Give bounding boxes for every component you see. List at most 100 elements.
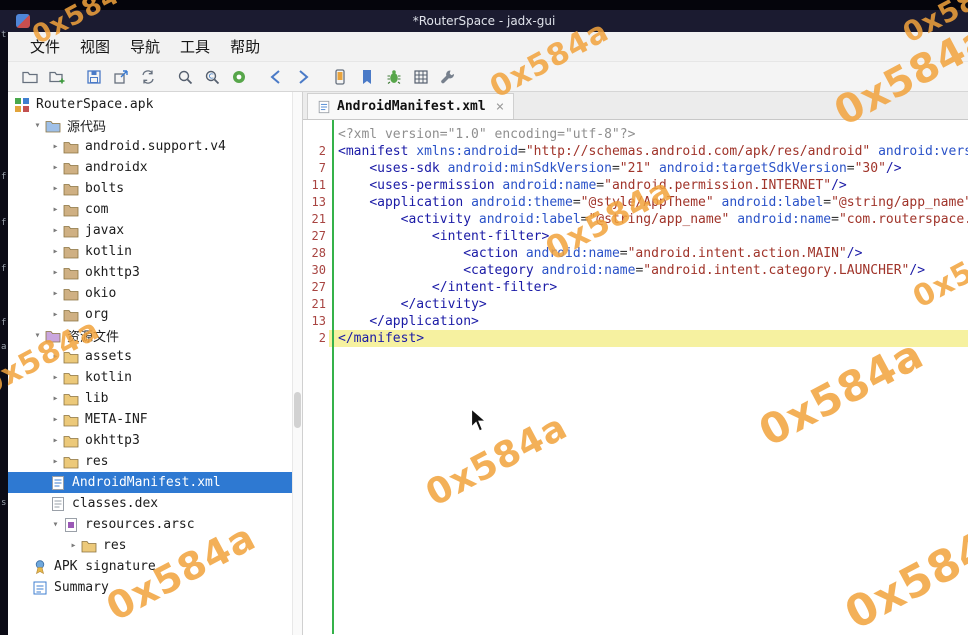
code-line-10[interactable]: 21 </activity> — [303, 296, 968, 313]
tree-item-routerspace.apk[interactable]: RouterSpace.apk — [8, 94, 292, 115]
tree-item-org[interactable]: ▸ org — [8, 304, 292, 325]
preferences-icon[interactable] — [436, 65, 460, 89]
code-line-5[interactable]: 21 <activity android:label="@string/app_… — [303, 211, 968, 228]
tree-item-lib[interactable]: ▸ lib — [8, 388, 292, 409]
forward-icon[interactable] — [291, 65, 315, 89]
class-search-icon[interactable]: C — [200, 65, 224, 89]
tree-item-okhttp3[interactable]: ▸ okhttp3 — [8, 262, 292, 283]
package-icon — [63, 139, 79, 155]
debug-icon[interactable] — [382, 65, 406, 89]
folder-icon — [81, 538, 97, 554]
tree-item-label: lib — [85, 391, 109, 406]
back-icon[interactable] — [264, 65, 288, 89]
tree-item-com[interactable]: ▸ com — [8, 199, 292, 220]
tree-item-javax[interactable]: ▸ javax — [8, 220, 292, 241]
chevron-collapsed-icon[interactable]: ▸ — [48, 351, 63, 362]
chevron-collapsed-icon[interactable]: ▸ — [48, 393, 63, 404]
open-project-icon[interactable] — [45, 65, 69, 89]
chevron-collapsed-icon[interactable]: ▸ — [48, 267, 63, 278]
tree-item-apk-signature[interactable]: APK signature — [8, 556, 292, 577]
tree-item--[interactable]: ▾ 资源文件 — [8, 325, 292, 346]
package-icon — [63, 286, 79, 302]
titlebar[interactable]: *RouterSpace - jadx-gui — [0, 10, 968, 32]
code-line-0[interactable]: <?xml version="1.0" encoding="utf-8"?> — [303, 126, 968, 143]
menu-item-1[interactable]: 视图 — [70, 33, 120, 60]
code-line-1[interactable]: 2 <manifest xmlns:android="http://schemas… — [303, 143, 968, 160]
menu-item-0[interactable]: 文件 — [20, 33, 70, 60]
chevron-collapsed-icon[interactable]: ▸ — [48, 309, 63, 320]
tree-item-summary[interactable]: Summary — [8, 577, 292, 598]
line-number: 27 — [311, 229, 326, 243]
line-number: 11 — [311, 178, 326, 192]
tree-item-okhttp3[interactable]: ▸ okhttp3 — [8, 430, 292, 451]
package-icon — [63, 244, 79, 260]
menu-item-2[interactable]: 导航 — [120, 33, 170, 60]
chevron-collapsed-icon[interactable]: ▸ — [48, 435, 63, 446]
chevron-collapsed-icon[interactable]: ▸ — [48, 225, 63, 236]
bookmark-icon[interactable] — [355, 65, 379, 89]
tree-item-classes.dex[interactable]: classes.dex — [8, 493, 292, 514]
code-line-12[interactable]: 2 </manifest> — [303, 330, 968, 347]
chevron-collapsed-icon[interactable]: ▸ — [48, 183, 63, 194]
tree-item-bolts[interactable]: ▸ bolts — [8, 178, 292, 199]
package-icon — [63, 223, 79, 239]
chevron-expanded-icon[interactable]: ▾ — [48, 519, 63, 530]
device-icon[interactable] — [328, 65, 352, 89]
tree-item-okio[interactable]: ▸ okio — [8, 283, 292, 304]
code-line-8[interactable]: 30 <category android:name="android.inten… — [303, 262, 968, 279]
code-line-11[interactable]: 13 </application> — [303, 313, 968, 330]
tree-item-androidmanifest.xml[interactable]: AndroidManifest.xml — [8, 472, 292, 493]
tree-item-assets[interactable]: ▸ assets — [8, 346, 292, 367]
chevron-collapsed-icon[interactable]: ▸ — [48, 288, 63, 299]
code-text: <intent-filter> — [431, 229, 550, 244]
tree-item--[interactable]: ▾ 源代码 — [8, 115, 292, 136]
open-folder-icon[interactable] — [18, 65, 42, 89]
chevron-expanded-icon[interactable]: ▾ — [30, 330, 45, 341]
code-line-9[interactable]: 27 </intent-filter> — [303, 279, 968, 296]
chevron-collapsed-icon[interactable]: ▸ — [48, 456, 63, 467]
tree-item-android.support.v4[interactable]: ▸ android.support.v4 — [8, 136, 292, 157]
symbol-search-icon[interactable] — [227, 65, 251, 89]
tab-androidmanifest[interactable]: AndroidManifest.xml × — [307, 93, 515, 119]
chevron-collapsed-icon[interactable]: ▸ — [66, 540, 81, 551]
menu-item-4[interactable]: 帮助 — [220, 33, 270, 60]
chevron-collapsed-icon[interactable]: ▸ — [48, 414, 63, 425]
tree-item-androidx[interactable]: ▸ androidx — [8, 157, 292, 178]
edge-letter: a — [1, 342, 7, 352]
text-search-icon[interactable] — [173, 65, 197, 89]
code-line-2[interactable]: 7 <uses-sdk android:minSdkVersion="21" a… — [303, 160, 968, 177]
code-line-6[interactable]: 27 <intent-filter> — [303, 228, 968, 245]
code-line-3[interactable]: 11 <uses-permission android:name="androi… — [303, 177, 968, 194]
tree-item-kotlin[interactable]: ▸ kotlin — [8, 241, 292, 262]
folder-icon — [63, 433, 79, 449]
package-icon — [63, 181, 79, 197]
tree-item-label: AndroidManifest.xml — [72, 475, 221, 490]
menubar: 文件 视图 导航 工具 帮助 — [8, 32, 968, 62]
export-icon[interactable] — [109, 65, 133, 89]
tree-item-label: classes.dex — [72, 496, 159, 511]
tab-close-icon[interactable]: × — [496, 99, 504, 115]
tree-scrollbar-thumb[interactable] — [294, 392, 301, 428]
tree-item-res[interactable]: ▸ res — [8, 535, 292, 556]
tree-scrollbar[interactable] — [292, 92, 302, 635]
chevron-expanded-icon[interactable]: ▾ — [30, 120, 45, 131]
chevron-collapsed-icon[interactable]: ▸ — [48, 162, 63, 173]
save-all-icon[interactable] — [82, 65, 106, 89]
tree-item-label: 源代码 — [67, 120, 107, 135]
chevron-collapsed-icon[interactable]: ▸ — [48, 372, 63, 383]
code-text: <manifest xmlns:android="http://schemas.… — [338, 144, 968, 159]
grid-icon[interactable] — [409, 65, 433, 89]
tree-item-label: resources.arsc — [85, 517, 195, 532]
code-editor[interactable]: <?xml version="1.0" encoding="utf-8"?> 2 <… — [303, 120, 968, 634]
menu-item-3[interactable]: 工具 — [170, 33, 220, 60]
chevron-collapsed-icon[interactable]: ▸ — [48, 141, 63, 152]
chevron-collapsed-icon[interactable]: ▸ — [48, 246, 63, 257]
tree-item-meta-inf[interactable]: ▸ META-INF — [8, 409, 292, 430]
tree-item-res[interactable]: ▸ res — [8, 451, 292, 472]
code-line-7[interactable]: 28 <action android:name="android.intent.… — [303, 245, 968, 262]
code-line-4[interactable]: 13 <application android:theme="@style/Ap… — [303, 194, 968, 211]
tree-item-resources.arsc[interactable]: ▾ resources.arsc — [8, 514, 292, 535]
sync-icon[interactable] — [136, 65, 160, 89]
tree-item-kotlin[interactable]: ▸ kotlin — [8, 367, 292, 388]
chevron-collapsed-icon[interactable]: ▸ — [48, 204, 63, 215]
